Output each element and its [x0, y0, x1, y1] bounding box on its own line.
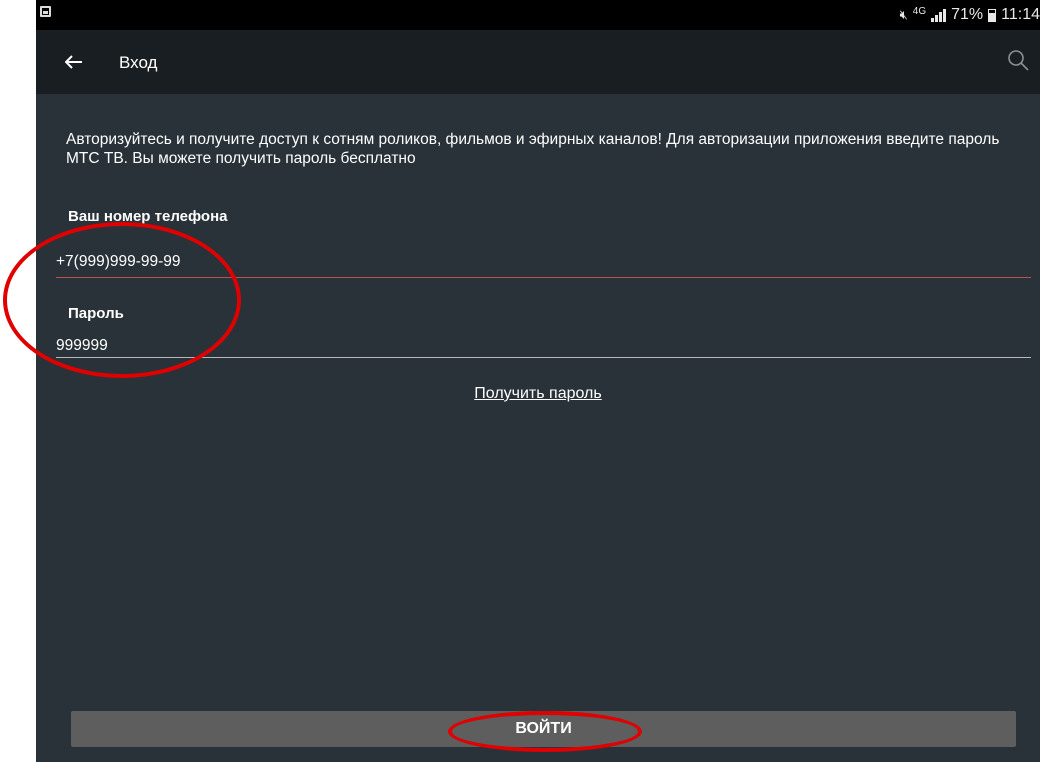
arrow-left-icon	[65, 55, 82, 69]
search-button[interactable]	[1006, 48, 1032, 74]
network-type-label: 4G	[912, 6, 927, 17]
login-button-label: ВОЙТИ	[515, 720, 572, 737]
page-title: Вход	[119, 53, 158, 72]
clock: 11:14	[1001, 6, 1040, 23]
battery-icon	[988, 8, 997, 22]
status-bar-right: 🔇︎ 4G 71% 11:14	[900, 5, 1040, 25]
signal-icon	[931, 8, 947, 22]
login-form: Авторизуйтесь и получите доступ к сотням…	[36, 94, 1040, 762]
back-button[interactable]	[56, 48, 92, 76]
status-bar: 🔇︎ 4G 71% 11:14	[36, 0, 1040, 30]
password-input-underline	[56, 357, 1031, 358]
phone-input-underline	[56, 277, 1031, 278]
battery-percentage: 71%	[951, 6, 984, 23]
mute-icon: 🔇︎	[899, 7, 908, 22]
get-password-link[interactable]: Получить пароль	[36, 385, 1040, 403]
phone-label: Ваш номер телефона	[68, 208, 228, 225]
phone-input[interactable]	[56, 247, 1031, 277]
password-label: Пароль	[68, 305, 124, 322]
login-button[interactable]: ВОЙТИ	[71, 711, 1016, 747]
search-icon	[1008, 50, 1029, 71]
image-notification-icon	[40, 6, 51, 17]
app-bar: Вход	[36, 30, 1040, 94]
intro-text: Авторизуйтесь и получите доступ к сотням…	[66, 131, 1000, 167]
device-screen: 🔇︎ 4G 71% 11:14 Вход Авторизуйтесь и пол…	[36, 0, 1040, 762]
